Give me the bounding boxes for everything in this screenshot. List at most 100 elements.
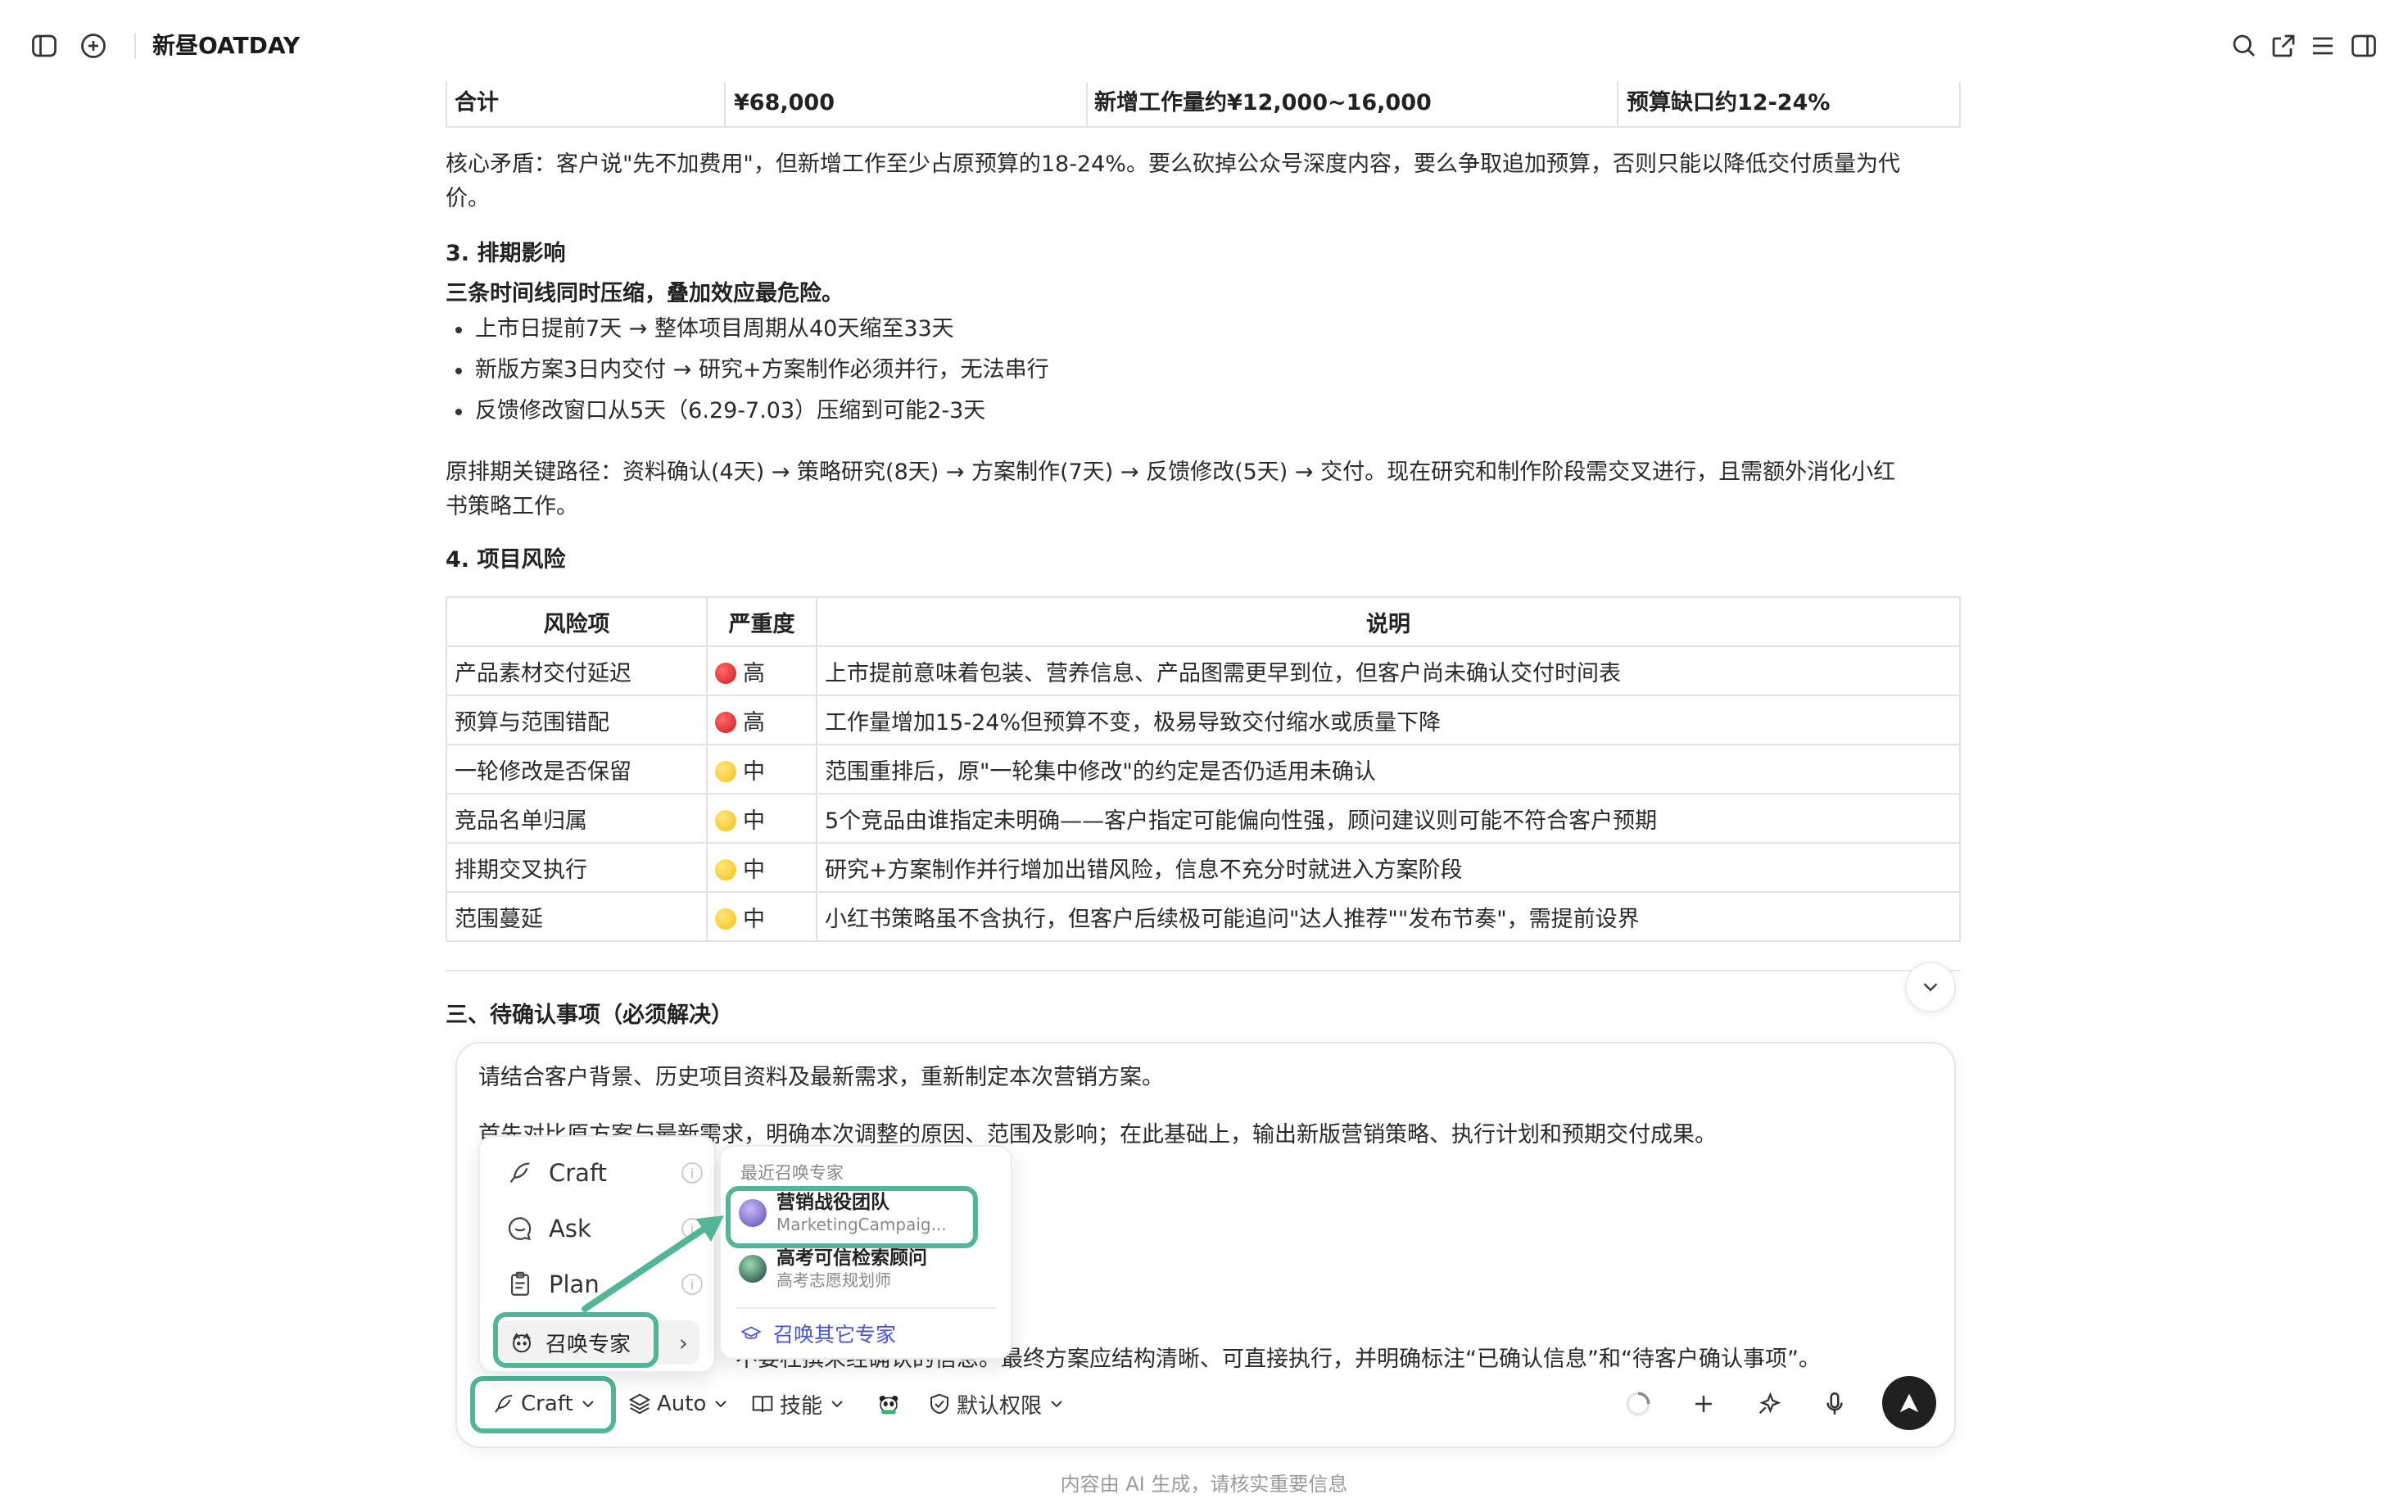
total-added: 新增工作量约¥12,000~16,000 [1094, 90, 1432, 115]
highlight-box [493, 1312, 659, 1368]
model-selector[interactable]: Auto [627, 1384, 731, 1424]
total-gap: 预算缺口约12-24% [1627, 90, 1831, 115]
yellow-circle-icon [715, 858, 736, 880]
ai-disclaimer: 内容由 AI 生成，请核实重要信息 [1060, 1473, 1348, 1496]
budget-total-row: 合计 ¥68,000 新增工作量约¥12,000~16,000 预算缺口约12-… [446, 82, 1961, 128]
divider [446, 970, 1961, 971]
chevron-down-icon [831, 1401, 843, 1408]
risk-desc: 工作量增加15-24%但预算不变，极易导致交付缩水或质量下降 [816, 695, 1961, 745]
yellow-circle-icon [715, 760, 736, 782]
risk-table: 风险项 严重度 说明 产品素材交付延迟 高 上市提前意味着包装、营养信息、产品图… [446, 596, 1961, 942]
new-chat-icon[interactable] [77, 29, 110, 62]
add-attachment-button[interactable] [1686, 1386, 1722, 1422]
chevron-down-icon [715, 1401, 727, 1408]
red-circle-icon [715, 711, 736, 733]
section3-subheading: 三条时间线同时压缩，叠加效应最危险。 [446, 281, 844, 306]
cell-divider [724, 82, 726, 128]
book-icon [752, 1396, 773, 1413]
table-header-row: 风险项 严重度 说明 [446, 596, 1961, 647]
expert-item[interactable]: 高考可信检索顾问 高考志愿规划师 [739, 1243, 984, 1294]
core-conflict-line2: 价。 [446, 186, 490, 211]
list-item: 上市日提前7天 → 整体项目周期从40天缩至33天 [455, 313, 954, 346]
risk-desc: 小红书策略虽不含执行，但客户后续极可能追问"达人推荐""发布节奏"，需提前设界 [816, 891, 1961, 942]
list-item: 新版方案3日内交付 → 研究+方案制作必须并行，无法串行 [455, 354, 1049, 387]
experts-submenu: 最近召唤专家 营销战役团队 MarketingCampaig... 高考可信检索… [719, 1145, 1012, 1360]
risk-item: 竞品名单归属 [446, 793, 708, 844]
sidebar-toggle-icon[interactable] [28, 29, 61, 62]
table-row: 竞品名单归属 中 5个竞品由谁指定未明确——客户指定可能偏向性强，顾问建议则可能… [446, 793, 1961, 844]
list-item: 反馈修改窗口从5天（6.29-7.03）压缩到可能2-3天 [455, 395, 985, 428]
critical-path-line2: 书策略工作。 [446, 494, 578, 519]
expert-name: 高考可信检索顾问 [776, 1247, 927, 1269]
top-bar: 新昼OATDAY [0, 0, 2408, 90]
risk-desc: 5个竞品由谁指定未明确——客户指定可能偏向性强，顾问建议则可能不符合客户预期 [816, 793, 1961, 844]
yellow-circle-icon [715, 908, 736, 930]
highlight-box [726, 1186, 978, 1248]
enhance-prompt-button[interactable] [1751, 1386, 1787, 1422]
voice-input-button[interactable] [1817, 1386, 1853, 1422]
send-button[interactable] [1882, 1376, 1936, 1430]
layers-icon [628, 1393, 651, 1415]
chevron-right-icon: › [678, 1329, 688, 1356]
input-toolbar: Craft Auto 技能 默认权限 [457, 1371, 1954, 1437]
severity-cell: 中 [706, 891, 817, 942]
total-amount: ¥68,000 [734, 90, 835, 115]
expert-desc: 高考志愿规划师 [776, 1270, 891, 1290]
cell-divider [1617, 82, 1618, 128]
chevron-down-icon [1051, 1401, 1062, 1408]
table-row: 范围蔓延 中 小红书策略虽不含执行，但客户后续极可能追问"达人推荐""发布节奏"… [446, 891, 1961, 942]
table-row: 一轮修改是否保留 中 范围重排后，原"一轮集中修改"的约定是否仍适用未确认 [446, 744, 1961, 794]
loading-spinner-icon [1620, 1386, 1656, 1422]
risk-item: 预算与范围错配 [446, 695, 708, 745]
page-title: 新昼OATDAY [152, 32, 301, 59]
severity-cell: 高 [706, 645, 817, 696]
severity-cell: 中 [706, 793, 817, 844]
risk-desc: 研究+方案制作并行增加出错风险，信息不充分时就进入方案阶段 [816, 842, 1961, 893]
panel-toggle-icon[interactable] [2347, 29, 2380, 62]
column-header: 说明 [816, 596, 1961, 647]
total-label: 合计 [455, 90, 499, 115]
risk-desc: 范围重排后，原"一轮集中修改"的约定是否仍适用未确认 [816, 744, 1961, 794]
table-row: 排期交叉执行 中 研究+方案制作并行增加出错风险，信息不充分时就进入方案阶段 [446, 842, 1961, 893]
table-row: 产品素材交付延迟 高 上市提前意味着包装、营养信息、产品图需更早到位，但客户尚未… [446, 645, 1961, 696]
skills-selector[interactable]: 技能 [750, 1384, 847, 1424]
risk-item: 排期交叉执行 [446, 842, 708, 893]
clipboard-icon [510, 1271, 530, 1296]
critical-path-line1: 原排期关键路径：资料确认(4天) → 策略研究(8天) → 方案制作(7天) →… [446, 459, 1896, 485]
summon-other-experts-link[interactable]: 召唤其它专家 [740, 1317, 896, 1350]
chat-bubble-icon [508, 1217, 532, 1241]
pending-section-heading: 三、待确认事项（必须解决） [446, 1003, 733, 1028]
column-header: 严重度 [706, 596, 817, 647]
share-icon[interactable] [2267, 29, 2300, 62]
risk-desc: 上市提前意味着包装、营养信息、产品图需更早到位，但客户尚未确认交付时间表 [816, 645, 1961, 696]
red-circle-icon [715, 662, 736, 684]
info-icon[interactable]: i [681, 1162, 703, 1184]
severity-cell: 中 [706, 842, 817, 893]
send-arrow-icon [1899, 1393, 1919, 1413]
severity-cell: 高 [706, 695, 817, 745]
core-conflict-line1: 核心矛盾：客户说"先不加费用"，但新增工作至少占原预算的18-24%。要么砍掉公… [446, 152, 1900, 177]
menu-item-craft[interactable]: Craft i [506, 1153, 703, 1193]
sparkle-icon [1758, 1392, 1781, 1415]
risk-item: 范围蔓延 [446, 891, 708, 942]
yellow-circle-icon [715, 809, 736, 831]
submenu-heading: 最近召唤专家 [740, 1163, 844, 1183]
section4-heading: 4. 项目风险 [446, 547, 566, 573]
outline-icon[interactable] [2306, 29, 2339, 62]
section3-heading: 3. 排期影响 [446, 241, 566, 266]
scroll-to-bottom-button[interactable] [1905, 962, 1956, 1012]
divider [736, 1307, 996, 1309]
risk-item: 一轮修改是否保留 [446, 744, 708, 794]
panda-icon [879, 1396, 898, 1415]
panda-agent-button[interactable] [876, 1384, 901, 1424]
cell-divider [1086, 82, 1088, 128]
column-header: 风险项 [446, 596, 708, 647]
search-icon[interactable] [2228, 29, 2261, 62]
highlight-box [470, 1376, 616, 1433]
risk-item: 产品素材交付延迟 [446, 645, 708, 696]
permission-selector[interactable]: 默认权限 [927, 1384, 1066, 1424]
input-text-line: 请结合客户背景、历史项目资料及最新需求，重新制定本次营销方案。 [478, 1065, 1164, 1090]
table-row: 预算与范围错配 高 工作量增加15-24%但预算不变，极易导致交付缩水或质量下降 [446, 695, 1961, 745]
feather-pen-icon [509, 1162, 530, 1184]
shield-check-icon [930, 1393, 948, 1415]
